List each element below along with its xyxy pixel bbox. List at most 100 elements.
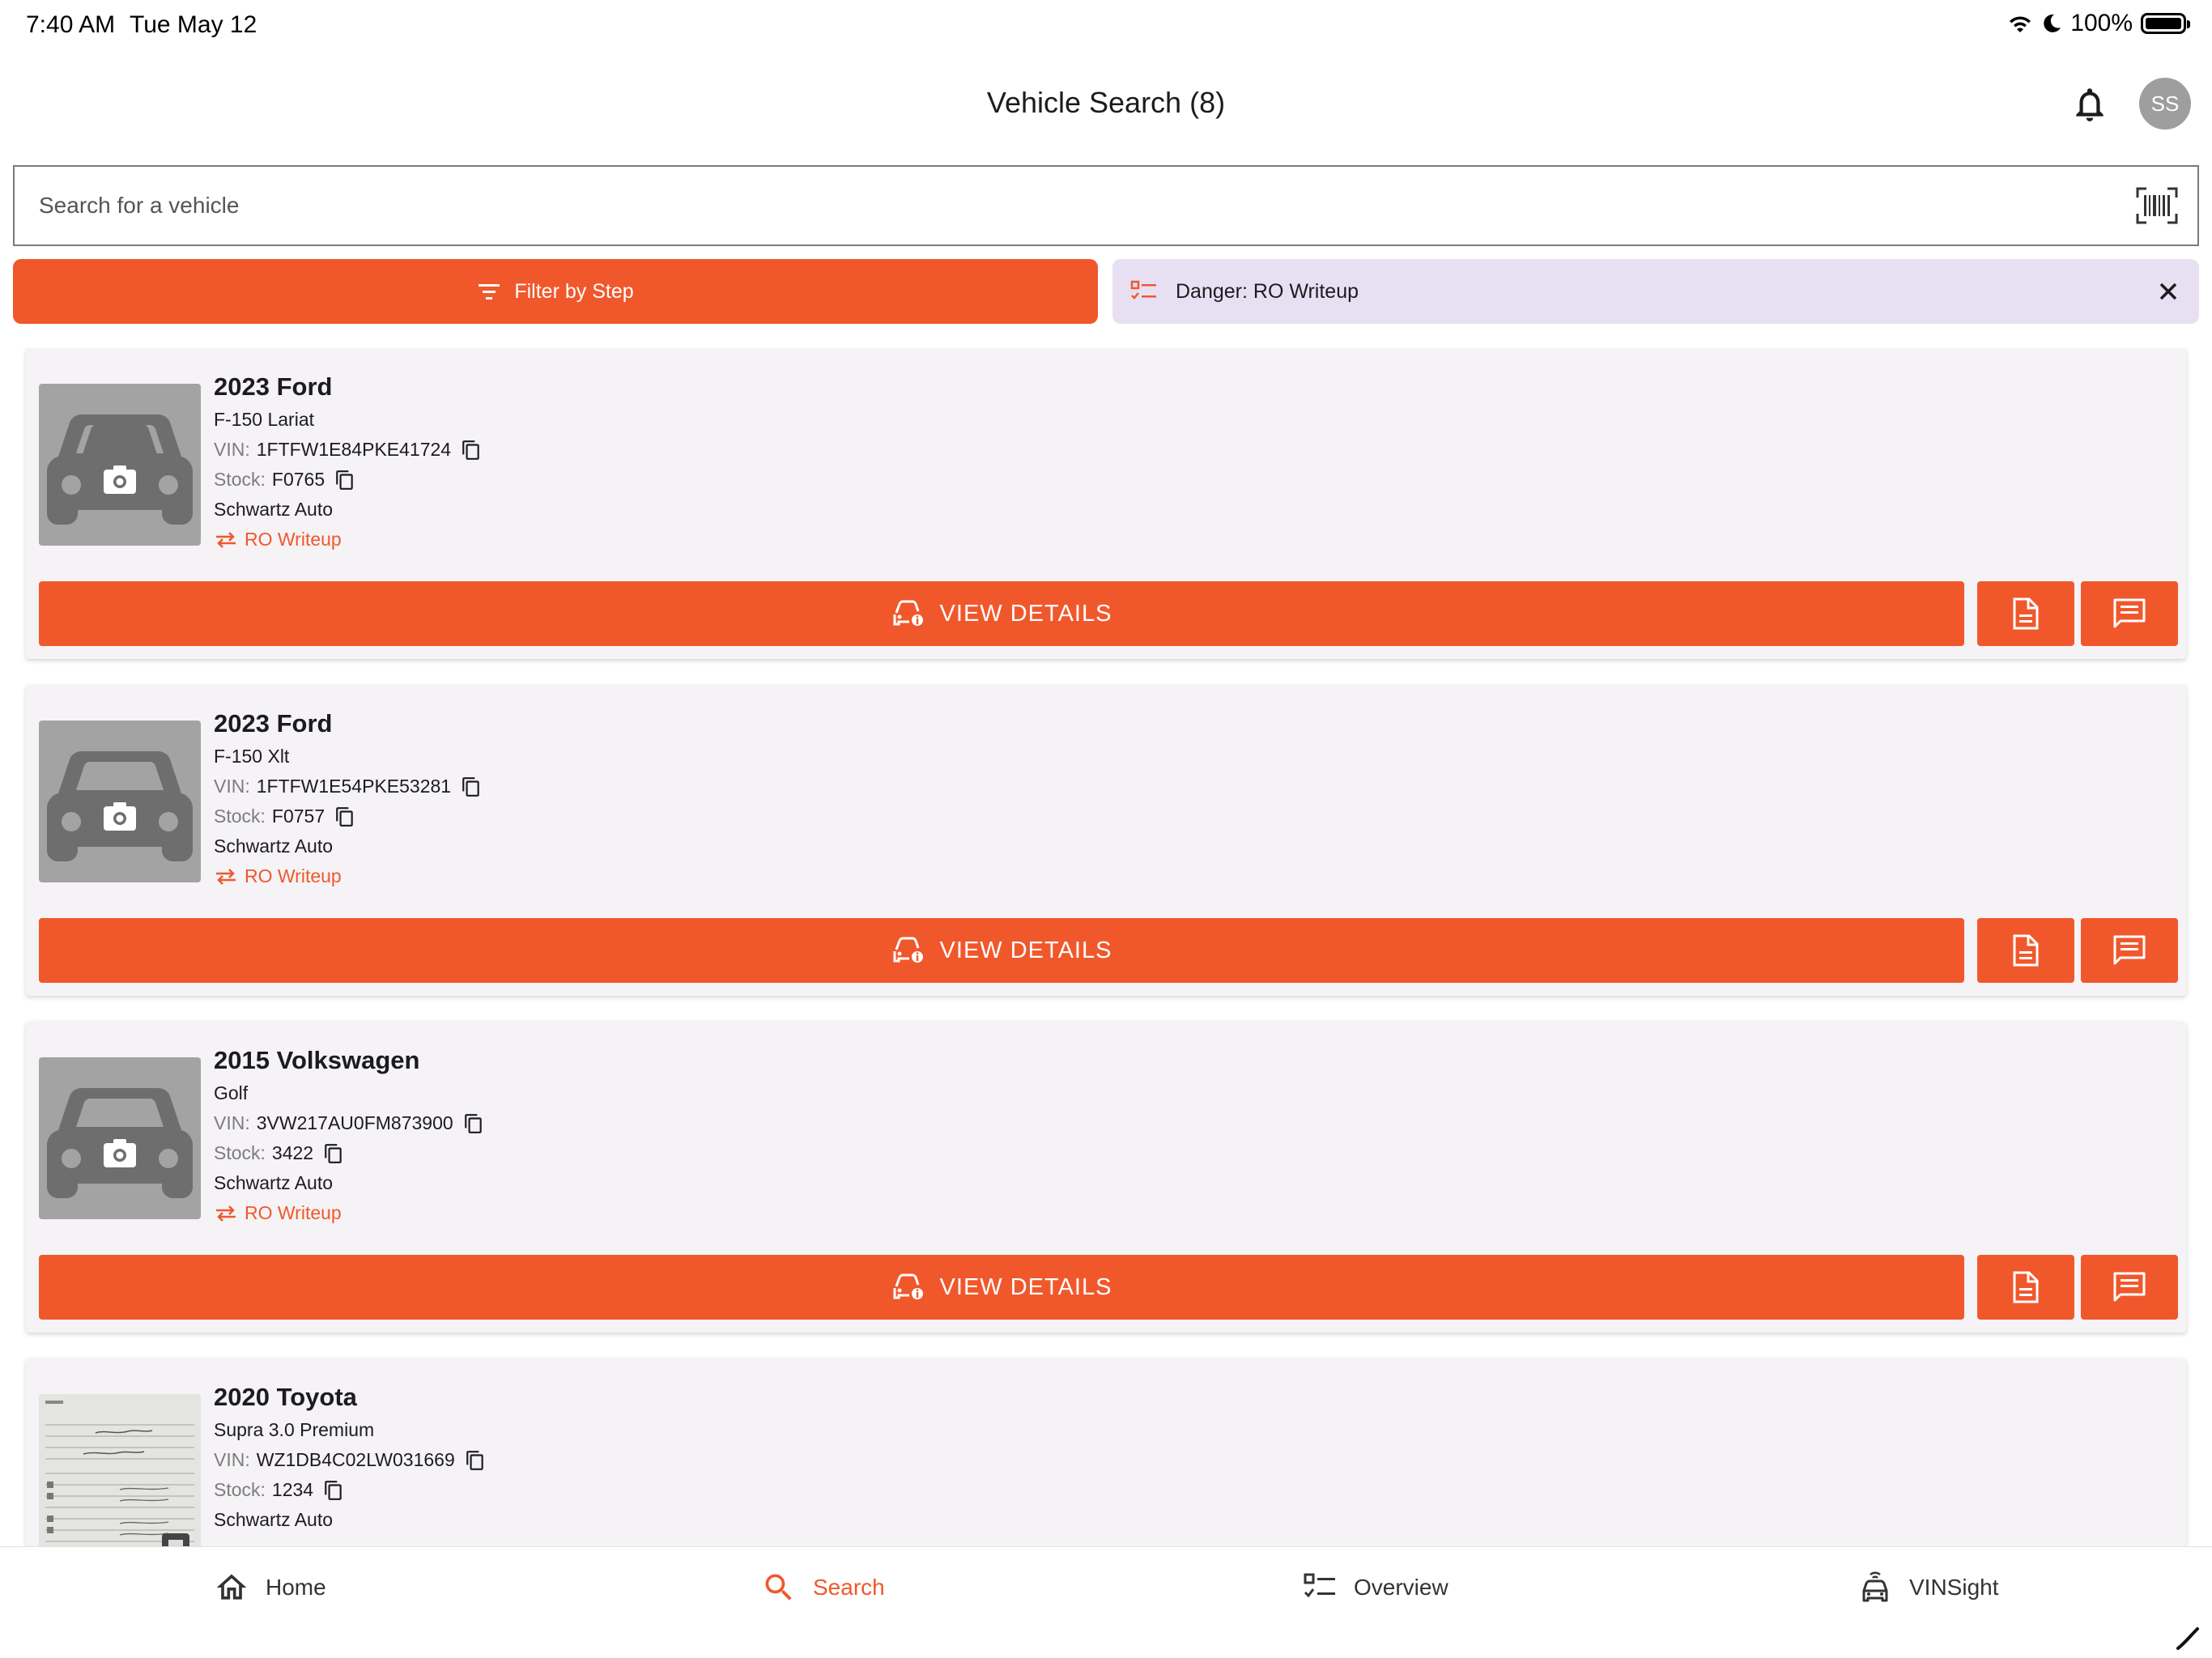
nav-search[interactable]: Search <box>761 1547 885 1628</box>
message-button[interactable] <box>2081 581 2178 646</box>
vehicle-image-placeholder[interactable] <box>39 1057 201 1219</box>
vehicle-title: 2023 Ford <box>214 709 333 738</box>
battery-percent: 100% <box>2070 10 2133 36</box>
message-button[interactable] <box>2081 1255 2178 1320</box>
checklist-icon <box>1304 1573 1335 1598</box>
vehicle-info: 2023 Ford F-150 Lariat VIN: 1FTFW1E84PKE… <box>214 372 482 555</box>
active-filter-label: Danger: RO Writeup <box>1176 279 1359 303</box>
view-details-button[interactable]: VIEW DETAILS <box>39 581 1964 646</box>
vehicle-photo[interactable] <box>39 1394 201 1546</box>
moon-icon <box>2044 14 2061 32</box>
stock-label: Stock: <box>214 806 266 827</box>
vehicle-stock-row: Stock: F0757 <box>214 801 482 831</box>
vin-value: 1FTFW1E84PKE41724 <box>256 439 452 460</box>
car-camera-icon <box>47 751 193 861</box>
vehicle-stock-row: Stock: F0765 <box>214 465 482 495</box>
vin-label: VIN: <box>214 1449 250 1470</box>
stock-value: F0765 <box>271 469 325 490</box>
vehicle-actions: VIEW DETAILS <box>39 581 2178 646</box>
bell-icon[interactable] <box>2069 84 2110 125</box>
stock-label: Stock: <box>214 469 266 490</box>
message-icon <box>2113 935 2146 965</box>
filter-by-step-label: Filter by Step <box>514 279 634 303</box>
vehicle-trim: F-150 Lariat <box>214 409 315 430</box>
vehicle-info: 2015 Volkswagen Golf VIN: 3VW217AU0FM873… <box>214 1046 484 1228</box>
close-icon[interactable] <box>2150 274 2186 309</box>
vehicle-card: 2023 Ford F-150 Lariat VIN: 1FTFW1E84PKE… <box>26 348 2186 659</box>
copy-icon[interactable] <box>334 806 355 827</box>
checklist-icon <box>1130 280 1156 300</box>
vehicle-info: 2020 Toyota Supra 3.0 Premium VIN: WZ1DB… <box>214 1383 486 1535</box>
pencil-stroke-icon <box>2176 1627 2199 1650</box>
vehicle-list[interactable]: 2023 Ford F-150 Lariat VIN: 1FTFW1E84PKE… <box>0 348 2212 1546</box>
home-icon <box>216 1574 247 1600</box>
vehicle-actions: VIEW DETAILS <box>39 918 2178 983</box>
nav-vinsight[interactable]: VINSight <box>1857 1547 1999 1628</box>
copy-icon[interactable] <box>323 1143 344 1164</box>
vehicle-stock-row: Stock: 3422 <box>214 1138 484 1168</box>
document-button[interactable] <box>1977 581 2074 646</box>
view-details-label: VIEW DETAILS <box>939 1273 1112 1300</box>
wifi-icon <box>2010 16 2031 32</box>
nav-overview[interactable]: Overview <box>1302 1547 1448 1628</box>
view-details-button[interactable]: VIEW DETAILS <box>39 918 1964 983</box>
vehicle-stock-row: Stock: 1234 <box>214 1475 486 1505</box>
vehicle-trim: Golf <box>214 1082 249 1103</box>
document-icon <box>2013 934 2039 967</box>
active-filter-chip[interactable]: Danger: RO Writeup <box>1112 259 2199 324</box>
nav-search-label: Search <box>813 1575 885 1600</box>
copy-icon[interactable] <box>463 1113 484 1134</box>
vehicle-step-label: RO Writeup <box>245 529 342 550</box>
avatar[interactable]: SS <box>2139 78 2191 130</box>
document-icon <box>2013 1271 2039 1303</box>
stock-label: Stock: <box>214 1142 266 1163</box>
vin-value: WZ1DB4C02LW031669 <box>256 1449 455 1470</box>
vehicle-title: 2020 Toyota <box>214 1383 357 1411</box>
document-button[interactable] <box>1977 918 2074 983</box>
message-icon <box>2113 598 2146 628</box>
barcode-scan-icon[interactable] <box>2136 186 2178 225</box>
nav-home-label: Home <box>266 1575 326 1600</box>
vehicle-step: RO Writeup <box>214 861 482 891</box>
document-icon <box>2013 597 2039 630</box>
vehicle-dealer: Schwartz Auto <box>214 499 334 520</box>
vehicle-vin-row: VIN: WZ1DB4C02LW031669 <box>214 1445 486 1475</box>
vehicle-image-placeholder[interactable] <box>39 721 201 882</box>
nav-vinsight-label: VINSight <box>1909 1575 1999 1600</box>
vehicle-card: 2023 Ford F-150 Xlt VIN: 1FTFW1E54PKE532… <box>26 685 2186 996</box>
document-button[interactable] <box>1977 1255 2074 1320</box>
stock-value: 3422 <box>271 1142 314 1163</box>
search-box <box>13 165 2199 246</box>
copy-icon[interactable] <box>465 1450 486 1471</box>
search-icon <box>765 1574 792 1601</box>
swap-arrows-icon <box>216 531 236 548</box>
bottom-nav: Home Search Overview VINSight <box>0 1546 2212 1658</box>
vehicle-trim: Supra 3.0 Premium <box>214 1419 375 1440</box>
view-details-button[interactable]: VIEW DETAILS <box>39 1255 1964 1320</box>
vehicle-dealer: Schwartz Auto <box>214 1509 334 1530</box>
status-time: 7:40 AM <box>26 11 116 38</box>
car-info-icon <box>893 937 923 963</box>
stock-value: 1234 <box>271 1479 314 1500</box>
status-bar: 7:40 AM Tue May 12 100% <box>0 0 2212 52</box>
vehicle-image-placeholder[interactable] <box>39 384 201 546</box>
vehicle-vin-row: VIN: 1FTFW1E84PKE41724 <box>214 435 482 465</box>
copy-icon[interactable] <box>461 440 482 461</box>
copy-icon[interactable] <box>461 776 482 797</box>
copy-icon[interactable] <box>334 470 355 491</box>
status-date: Tue May 12 <box>130 11 257 38</box>
stock-label: Stock: <box>214 1479 266 1500</box>
vehicle-title: 2023 Ford <box>214 372 333 401</box>
vehicle-actions: VIEW DETAILS <box>39 1255 2178 1320</box>
car-signal-icon <box>1862 1571 1888 1602</box>
car-camera-icon <box>47 414 193 525</box>
vehicle-step-label: RO Writeup <box>245 865 342 886</box>
copy-icon[interactable] <box>323 1480 344 1501</box>
message-button[interactable] <box>2081 918 2178 983</box>
nav-home[interactable]: Home <box>214 1547 326 1628</box>
filter-by-step-button[interactable]: Filter by Step <box>13 259 1098 324</box>
search-input[interactable] <box>39 167 2063 244</box>
status-indicators: 100% <box>2007 10 2190 37</box>
view-details-label: VIEW DETAILS <box>939 937 1112 963</box>
filter-icon <box>479 284 500 300</box>
